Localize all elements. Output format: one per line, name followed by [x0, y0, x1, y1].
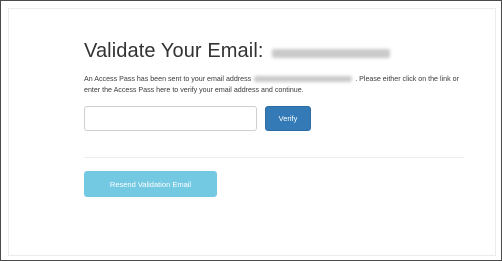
access-pass-input[interactable] — [84, 106, 257, 131]
section-divider — [84, 157, 464, 158]
validation-content: Validate Your Email: An Access Pass has … — [84, 38, 464, 197]
validation-panel: Validate Your Email: An Access Pass has … — [8, 8, 496, 256]
access-pass-form: Verify — [84, 106, 464, 131]
redacted-email-inline — [254, 76, 353, 83]
redacted-email-title — [271, 48, 390, 58]
verify-button[interactable]: Verify — [265, 106, 311, 131]
window-frame: Validate Your Email: An Access Pass has … — [0, 0, 502, 261]
title-row: Validate Your Email: — [84, 38, 464, 64]
page-title: Validate Your Email: — [84, 39, 264, 62]
resend-validation-email-button[interactable]: Resend Validation Email — [84, 171, 217, 197]
instructions-text: An Access Pass has been sent to your ema… — [84, 74, 462, 95]
message-before-email: An Access Pass has been sent to your ema… — [84, 75, 252, 83]
